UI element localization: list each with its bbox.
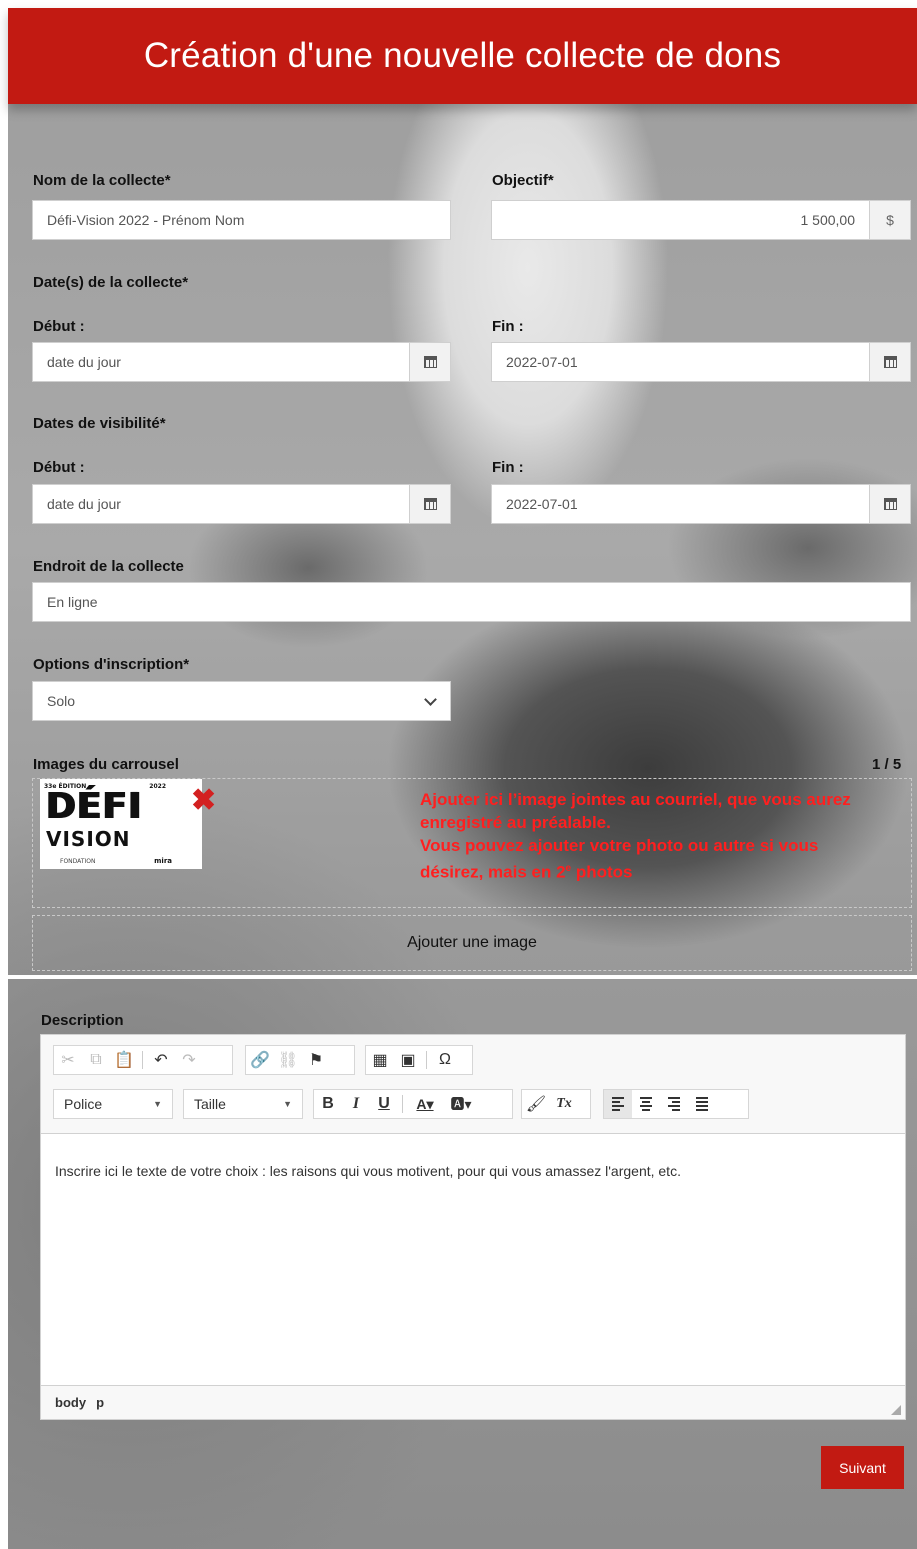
paste-icon[interactable]: 📋 — [110, 1046, 138, 1074]
note-line-2: Vous pouvez ajouter votre photo ou autre… — [420, 834, 880, 884]
align-right-icon[interactable] — [660, 1090, 688, 1118]
visibility-start-label: Début : — [33, 459, 85, 476]
name-field[interactable]: Défi-Vision 2022 - Prénom Nom — [32, 200, 451, 240]
registration-selected: Solo — [47, 693, 76, 709]
visibility-start-field[interactable]: date du jour — [32, 484, 451, 524]
goal-label: Objectif* — [492, 172, 554, 189]
calendar-icon — [423, 356, 437, 368]
logo-year: 2022 — [149, 783, 166, 790]
name-value: Défi-Vision 2022 - Prénom Nom — [47, 212, 245, 228]
collect-start-value: date du jour — [47, 354, 121, 370]
add-image-label: Ajouter une image — [407, 934, 537, 951]
clean-group: 🖌 Tx — [521, 1089, 591, 1119]
logo-line1: DÉFI — [46, 786, 143, 827]
align-center-icon[interactable] — [632, 1090, 660, 1118]
font-combo-label: Police — [64, 1096, 103, 1112]
size-combo[interactable]: Taille ▼ — [183, 1089, 303, 1119]
redo-icon[interactable]: ↷ — [175, 1046, 203, 1074]
logo-small: FONDATION — [60, 858, 96, 865]
remove-image-icon[interactable]: ✖ — [191, 786, 216, 816]
anchor-flag-icon[interactable]: ⚑ — [302, 1046, 330, 1074]
link-group: 🔗 ⛓ ⚑ — [245, 1045, 355, 1075]
justify-icon[interactable] — [688, 1090, 716, 1118]
carousel-instruction-note: Ajouter ici l’image jointes au courriel,… — [420, 788, 880, 884]
name-label: Nom de la collecte* — [33, 172, 171, 189]
page-title: Création d'une nouvelle collecte de dons — [143, 36, 782, 75]
size-combo-label: Taille — [194, 1096, 226, 1112]
chevron-down-icon — [410, 692, 450, 706]
collect-end-value: 2022-07-01 — [506, 354, 578, 370]
editor-statusbar: body p — [41, 1385, 905, 1419]
underline-icon[interactable]: U — [370, 1090, 398, 1118]
calendar-icon — [883, 498, 897, 510]
caret-down-icon: ▼ — [153, 1099, 162, 1109]
copy-icon[interactable]: ⧉ — [82, 1046, 110, 1074]
section-divider — [0, 975, 917, 979]
calendar-button[interactable] — [869, 343, 910, 381]
collect-start-label: Début : — [33, 318, 85, 335]
caret-down-icon: ▼ — [283, 1099, 292, 1109]
description-text: Inscrire ici le texte de votre choix : l… — [55, 1163, 681, 1179]
currency-addon: $ — [869, 201, 910, 239]
collect-end-field[interactable]: 2022-07-01 — [491, 342, 911, 382]
text-color-icon[interactable]: A▾ — [407, 1090, 443, 1118]
collect-start-field[interactable]: date du jour — [32, 342, 451, 382]
font-combo[interactable]: Police ▼ — [53, 1089, 173, 1119]
image-icon[interactable]: ▣ — [394, 1046, 422, 1074]
calendar-button[interactable] — [409, 343, 450, 381]
visibility-end-field[interactable]: 2022-07-01 — [491, 484, 911, 524]
description-label: Description — [41, 1012, 124, 1029]
location-label: Endroit de la collecte — [33, 558, 184, 575]
calendar-icon — [883, 356, 897, 368]
collect-dates-label: Date(s) de la collecte* — [33, 274, 189, 291]
rich-text-editor: ✂ ⧉ 📋 ↶ ↷ 🔗 ⛓ ⚑ ▦ ▣ Ω Police ▼ Taille ▼ … — [40, 1034, 906, 1420]
unlink-icon[interactable]: ⛓ — [274, 1046, 302, 1074]
remove-format-icon[interactable]: Tx — [550, 1090, 578, 1118]
special-char-icon[interactable]: Ω — [431, 1046, 459, 1074]
visibility-start-value: date du jour — [47, 496, 121, 512]
collect-end-label: Fin : — [492, 318, 524, 335]
carousel-image-thumbnail[interactable]: 33e ÉDITION 2022 DÉFI VISION FONDATION m… — [40, 779, 202, 869]
calendar-button[interactable] — [869, 485, 910, 523]
calendar-button[interactable] — [409, 485, 450, 523]
calendar-icon — [423, 498, 437, 510]
cut-icon[interactable]: ✂ — [54, 1046, 82, 1074]
link-icon[interactable]: 🔗 — [246, 1046, 274, 1074]
note-line-2b: photos — [571, 862, 633, 882]
location-value: En ligne — [47, 594, 98, 610]
carousel-label: Images du carrousel — [33, 756, 179, 773]
format-group: B I U A▾ 🅰▾ — [313, 1089, 513, 1119]
path-body[interactable]: body — [55, 1395, 86, 1410]
logo-brand: mira — [154, 857, 172, 865]
note-line-1: Ajouter ici l’image jointes au courriel,… — [420, 790, 851, 832]
editor-content[interactable]: Inscrire ici le texte de votre choix : l… — [41, 1133, 905, 1385]
bg-color-icon[interactable]: 🅰▾ — [443, 1090, 479, 1118]
format-painter-icon[interactable]: 🖌 — [522, 1090, 550, 1118]
path-p[interactable]: p — [96, 1395, 104, 1410]
add-image-button[interactable]: Ajouter une image — [32, 915, 912, 971]
carousel-count: 1 / 5 — [872, 756, 902, 773]
bold-icon[interactable]: B — [314, 1090, 342, 1118]
align-left-icon[interactable] — [604, 1090, 632, 1118]
italic-icon[interactable]: I — [342, 1090, 370, 1118]
align-group — [603, 1089, 749, 1119]
location-field[interactable]: En ligne — [32, 582, 911, 622]
page-header: Création d'une nouvelle collecte de dons — [8, 8, 917, 104]
logo-line2: VISION — [46, 827, 131, 851]
visibility-dates-label: Dates de visibilité* — [33, 415, 166, 432]
resize-handle-icon[interactable] — [891, 1405, 901, 1415]
clipboard-group: ✂ ⧉ 📋 ↶ ↷ — [53, 1045, 233, 1075]
table-icon[interactable]: ▦ — [366, 1046, 394, 1074]
registration-label: Options d'inscription* — [33, 656, 190, 673]
editor-toolbar: ✂ ⧉ 📋 ↶ ↷ 🔗 ⛓ ⚑ ▦ ▣ Ω Police ▼ Taille ▼ … — [41, 1035, 905, 1134]
insert-group: ▦ ▣ Ω — [365, 1045, 473, 1075]
goal-value: 1 500,00 — [800, 212, 856, 228]
undo-icon[interactable]: ↶ — [147, 1046, 175, 1074]
visibility-end-value: 2022-07-01 — [506, 496, 578, 512]
registration-select[interactable]: Solo — [32, 681, 451, 721]
goal-field[interactable]: 1 500,00 $ — [491, 200, 911, 240]
visibility-end-label: Fin : — [492, 459, 524, 476]
next-button[interactable]: Suivant — [821, 1446, 904, 1489]
